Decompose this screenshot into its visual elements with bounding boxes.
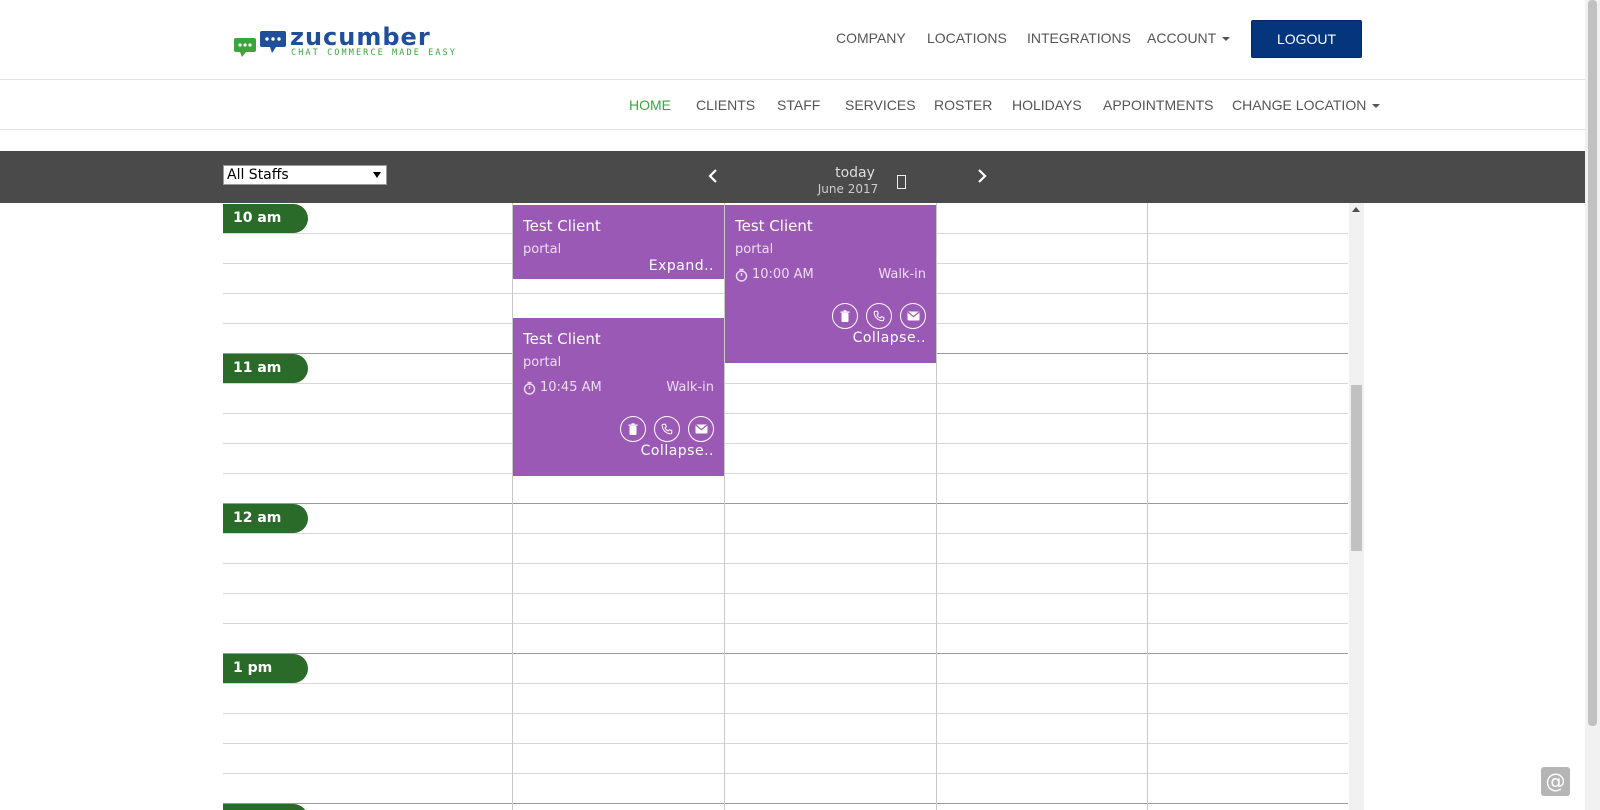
dropdown-arrow-icon	[373, 172, 381, 178]
nav-change-location-label: CHANGE LOCATION	[1232, 97, 1367, 113]
appointment-source: portal	[523, 242, 562, 257]
staff-select-value: All Staffs	[227, 167, 289, 183]
calendar-grid[interactable]: 10 am 11 am 12 am 1 pm Test Client porta…	[223, 203, 1348, 810]
page-scrollbar[interactable]	[1585, 0, 1600, 810]
slot-line	[223, 443, 1348, 444]
slot-line	[223, 533, 1348, 534]
brand-logo[interactable]: zucumber CHAT COMMERCE MADE EASY	[234, 23, 455, 60]
nav-staff[interactable]: STAFF	[777, 97, 820, 113]
staff-select[interactable]: All Staffs	[223, 165, 387, 185]
collapse-link[interactable]: Collapse..	[853, 330, 926, 346]
nav-change-location[interactable]: CHANGE LOCATION	[1232, 97, 1381, 113]
brand-tagline: CHAT COMMERCE MADE EASY	[291, 48, 458, 58]
nav-locations[interactable]: LOCATIONS	[927, 30, 1007, 46]
expand-link[interactable]: Expand..	[649, 258, 714, 274]
appointment-client: Test Client	[523, 217, 601, 235]
nav-holidays[interactable]: HOLIDAYS	[1012, 97, 1082, 113]
time-label: 11 am	[223, 354, 308, 383]
caret-down-icon	[1222, 37, 1231, 42]
slot-line	[223, 623, 1348, 624]
delete-icon[interactable]	[620, 416, 646, 442]
hour-line	[223, 503, 1348, 504]
appointment-actions	[832, 303, 926, 329]
slot-line	[223, 413, 1348, 414]
nav-roster[interactable]: ROSTER	[934, 97, 992, 113]
main-nav: HOME CLIENTS STAFF SERVICES ROSTER HOLID…	[0, 80, 1585, 130]
nav-company[interactable]: COMPANY	[836, 30, 906, 46]
column-line	[512, 203, 513, 810]
delete-icon[interactable]	[832, 303, 858, 329]
hour-line	[223, 653, 1348, 654]
time-label: 10 am	[223, 204, 308, 233]
chevron-right-icon[interactable]	[974, 167, 990, 185]
time-label: 12 am	[223, 504, 308, 533]
slot-line	[223, 683, 1348, 684]
slot-line	[223, 593, 1348, 594]
time-label: 1 pm	[223, 654, 308, 683]
calendar-scrollbar[interactable]	[1349, 203, 1364, 810]
chat-bubbles-icon	[234, 31, 286, 57]
appointment-time-value: 10:00 AM	[752, 267, 814, 282]
slot-line	[223, 473, 1348, 474]
email-icon[interactable]	[688, 416, 714, 442]
stopwatch-icon	[735, 268, 748, 282]
phone-icon[interactable]	[654, 416, 680, 442]
time-label-partial	[223, 804, 308, 810]
appointment-card[interactable]: Test Client portal 10:00 AM Walk-in Coll…	[725, 205, 936, 363]
slot-line	[223, 773, 1348, 774]
appointment-source: portal	[735, 242, 774, 257]
brand-wordmark: zucumber	[290, 23, 431, 51]
appointment-actions	[620, 416, 714, 442]
nav-account-label: ACCOUNT	[1147, 30, 1217, 46]
calendar-scroll-thumb[interactable]	[1351, 385, 1362, 551]
column-line	[1147, 203, 1148, 810]
caret-down-icon	[1372, 104, 1381, 109]
calendar-icon[interactable]	[897, 175, 906, 189]
page-scroll-thumb[interactable]	[1588, 0, 1597, 726]
scroll-up-icon[interactable]	[1352, 207, 1360, 212]
nav-clients[interactable]: CLIENTS	[696, 97, 755, 113]
appointment-source: portal	[523, 355, 562, 370]
slot-line	[223, 743, 1348, 744]
appointment-time: 10:45 AM	[523, 380, 602, 395]
current-month: June 2017	[817, 182, 879, 196]
today-button[interactable]: today	[820, 165, 890, 181]
nav-home[interactable]: HOME	[629, 97, 671, 113]
calendar-toolbar: All Staffs today June 2017	[0, 151, 1585, 203]
logout-button[interactable]: LOGOUT	[1251, 20, 1362, 58]
appointment-type: Walk-in	[666, 380, 714, 395]
nav-appointments[interactable]: APPOINTMENTS	[1103, 97, 1213, 113]
slot-line	[223, 713, 1348, 714]
stopwatch-icon	[523, 381, 536, 395]
hour-line	[223, 803, 1348, 804]
column-line	[936, 203, 937, 810]
nav-services[interactable]: SERVICES	[845, 97, 916, 113]
appointment-time-value: 10:45 AM	[540, 380, 602, 395]
slot-line	[223, 383, 1348, 384]
appointment-client: Test Client	[523, 330, 601, 348]
contact-widget-button[interactable]: @	[1541, 767, 1570, 796]
appointment-card[interactable]: Test Client portal 10:45 AM Walk-in Coll…	[513, 318, 724, 476]
appointment-time: 10:00 AM	[735, 267, 814, 282]
appointment-client: Test Client	[735, 217, 813, 235]
phone-icon[interactable]	[866, 303, 892, 329]
slot-line	[223, 563, 1348, 564]
email-icon[interactable]	[900, 303, 926, 329]
nav-integrations[interactable]: INTEGRATIONS	[1027, 30, 1131, 46]
chevron-left-icon[interactable]	[705, 167, 721, 185]
collapse-link[interactable]: Collapse..	[641, 443, 714, 459]
appointment-card[interactable]: Test Client portal Expand..	[513, 205, 724, 279]
appointment-type: Walk-in	[878, 267, 926, 282]
top-header: zucumber CHAT COMMERCE MADE EASY COMPANY…	[0, 0, 1585, 80]
nav-account[interactable]: ACCOUNT	[1147, 30, 1231, 46]
